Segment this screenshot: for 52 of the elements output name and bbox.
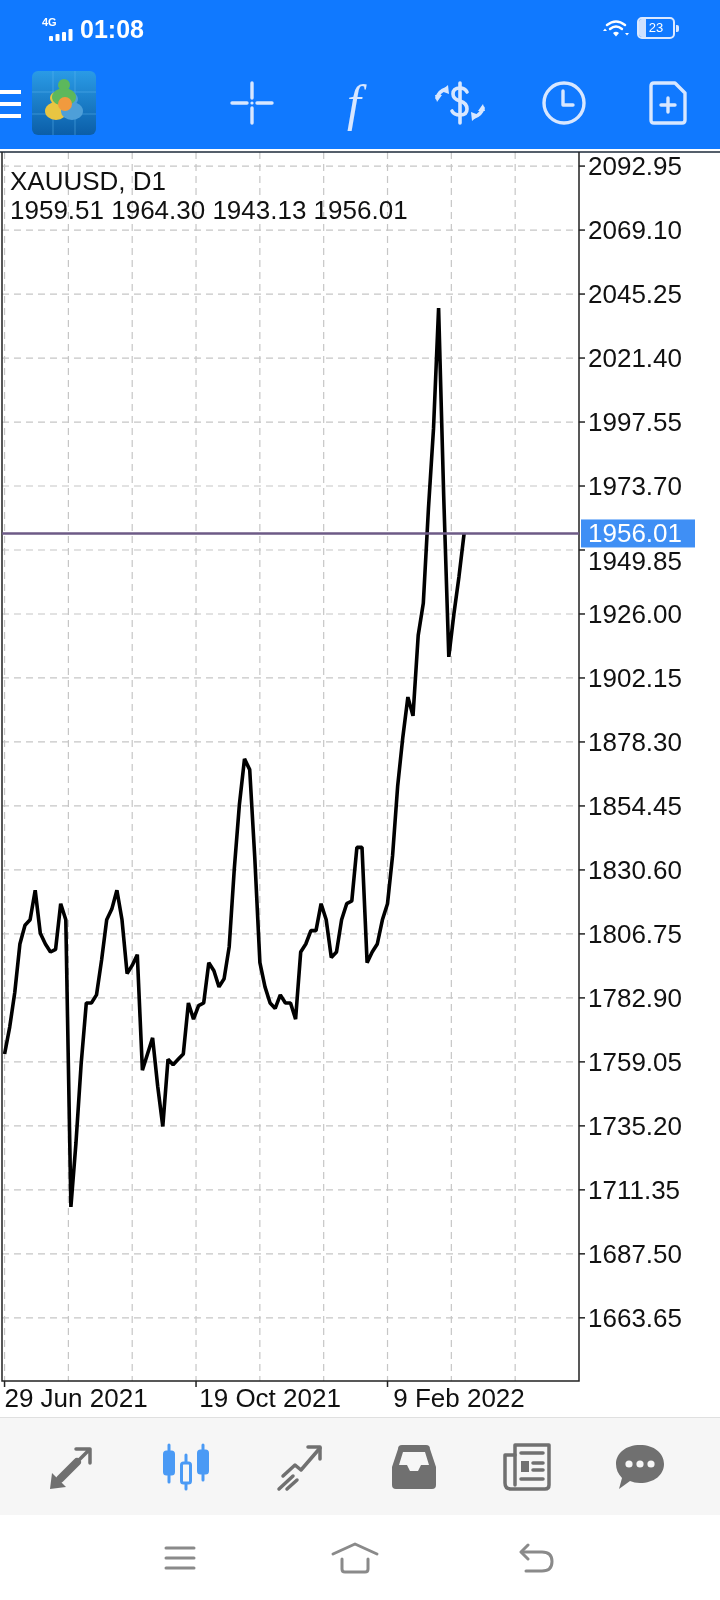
price-axis-label: 1806.75 <box>588 918 682 949</box>
price-axis-label: 1997.55 <box>588 407 682 438</box>
nav-tab[interactable] <box>389 1442 439 1491</box>
price-axis-label: 1663.65 <box>588 1302 682 1333</box>
chart-title: XAUUSD, D1 <box>10 166 167 196</box>
app-logo-icon <box>32 70 96 135</box>
new-document-button[interactable] <box>649 80 687 125</box>
price-axis-label: 1949.85 <box>588 546 682 577</box>
price-axis-label: 1902.15 <box>588 662 682 693</box>
price-axis-label: 1759.05 <box>588 1046 682 1077</box>
price-axis-label: 1926.00 <box>588 599 682 629</box>
nav-tab[interactable] <box>503 1442 551 1491</box>
date-axis-label: 9 Feb 2022 <box>393 1383 525 1413</box>
menu-icon[interactable] <box>164 1545 196 1570</box>
nav-tab[interactable] <box>161 1441 211 1492</box>
price-axis-label: 1687.50 <box>588 1238 682 1269</box>
home-icon[interactable] <box>331 1541 379 1574</box>
new-document-icon <box>649 80 687 125</box>
nav-tab[interactable] <box>615 1443 665 1490</box>
inbox-icon <box>389 1442 439 1491</box>
trade-button[interactable] <box>434 80 486 125</box>
crosshair-icon <box>230 80 274 125</box>
price-axis-label: 1878.30 <box>588 726 682 757</box>
price-axis-label: 1973.70 <box>588 471 682 501</box>
newspaper-icon <box>503 1442 551 1491</box>
price-axis-label: 2069.10 <box>588 215 682 246</box>
signal-icon <box>49 29 73 41</box>
price-axis-label: 1854.45 <box>588 790 682 821</box>
clock-time: 01:08 <box>80 16 144 42</box>
ohlc-values: 1959.51 1964.30 1943.13 1956.01 <box>10 195 408 225</box>
date-axis-label: 19 Oct 2021 <box>199 1383 341 1413</box>
clock-button[interactable] <box>542 80 586 125</box>
clock-icon <box>542 80 586 125</box>
network-type: 4G <box>42 17 57 28</box>
menu-icon[interactable] <box>0 88 21 119</box>
price-axis-label: 1735.20 <box>588 1110 682 1141</box>
date-axis-label: 29 Jun 2021 <box>4 1383 148 1413</box>
price-axis-label: 1782.90 <box>588 982 682 1013</box>
battery-indicator: 23 <box>637 17 679 39</box>
crosshair-button[interactable] <box>230 80 274 125</box>
ref-line-label: 1956.01 <box>588 518 682 549</box>
price-axis-label: 1830.60 <box>588 854 682 885</box>
indicators-button[interactable]: f <box>341 72 371 133</box>
price-axis-label: 2045.25 <box>588 279 682 310</box>
current-price-badge: 1956.01 <box>581 518 695 549</box>
price-axis-label: 1711.35 <box>588 1174 681 1205</box>
currency-exchange-icon <box>434 80 486 125</box>
candlestick-icon <box>161 1441 211 1492</box>
price-axis-label: 2092.95 <box>588 151 682 182</box>
wifi-icon <box>602 18 630 38</box>
price-axis-label: 2021.40 <box>588 343 682 374</box>
chat-icon <box>615 1443 665 1490</box>
